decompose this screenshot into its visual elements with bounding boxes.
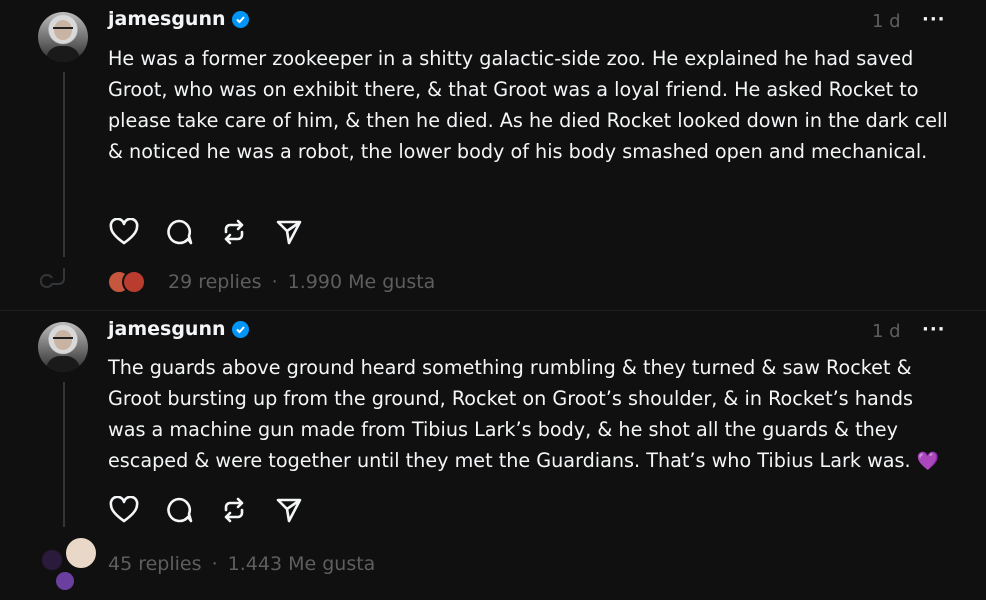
comment-bubble-icon[interactable] <box>163 216 195 248</box>
username-row: jamesgunn <box>108 318 249 340</box>
username[interactable]: jamesgunn <box>108 318 226 340</box>
likes-count[interactable]: 1.443 Me gusta <box>228 553 376 575</box>
reply-avatar <box>122 270 146 294</box>
thread-curl-icon <box>40 268 65 288</box>
username-row: jamesgunn <box>108 8 249 30</box>
post-time: 1 d <box>872 321 901 342</box>
heart-icon[interactable] <box>108 494 140 526</box>
divider <box>0 310 986 311</box>
avatar[interactable] <box>38 322 88 372</box>
repost-icon[interactable] <box>218 494 250 526</box>
send-icon[interactable] <box>273 216 305 248</box>
post-meta: 29 replies · 1.990 Me gusta <box>168 271 435 293</box>
thread-line <box>63 72 65 257</box>
meta-separator: · <box>271 271 278 293</box>
post-text: The guards above ground heard something … <box>108 356 914 472</box>
replies-count[interactable]: 45 replies <box>108 553 202 575</box>
reply-avatar <box>40 548 64 572</box>
username[interactable]: jamesgunn <box>108 8 226 30</box>
repost-icon[interactable] <box>218 216 250 248</box>
post-actions <box>108 494 305 526</box>
comment-bubble-icon[interactable] <box>163 494 195 526</box>
more-options-button[interactable]: ··· <box>922 319 946 340</box>
post-time: 1 d <box>872 11 901 32</box>
thread-line <box>63 382 65 527</box>
meta-separator: · <box>211 553 218 575</box>
verified-badge-icon <box>231 320 249 338</box>
post-actions <box>108 216 305 248</box>
send-icon[interactable] <box>273 494 305 526</box>
purple-heart-emoji: 💜 <box>916 451 940 472</box>
verified-badge-icon <box>231 10 249 28</box>
reply-avatar <box>64 536 98 570</box>
replies-count[interactable]: 29 replies <box>168 271 262 293</box>
more-options-button[interactable]: ··· <box>922 9 946 30</box>
likes-count[interactable]: 1.990 Me gusta <box>288 271 436 293</box>
heart-icon[interactable] <box>108 216 140 248</box>
post-text: He was a former zookeeper in a shitty ga… <box>108 47 948 163</box>
reply-avatar <box>54 570 76 592</box>
avatar[interactable] <box>38 12 88 62</box>
post-text-wrapper: The guards above ground heard something … <box>108 352 948 477</box>
post-meta: 45 replies · 1.443 Me gusta <box>108 553 375 575</box>
